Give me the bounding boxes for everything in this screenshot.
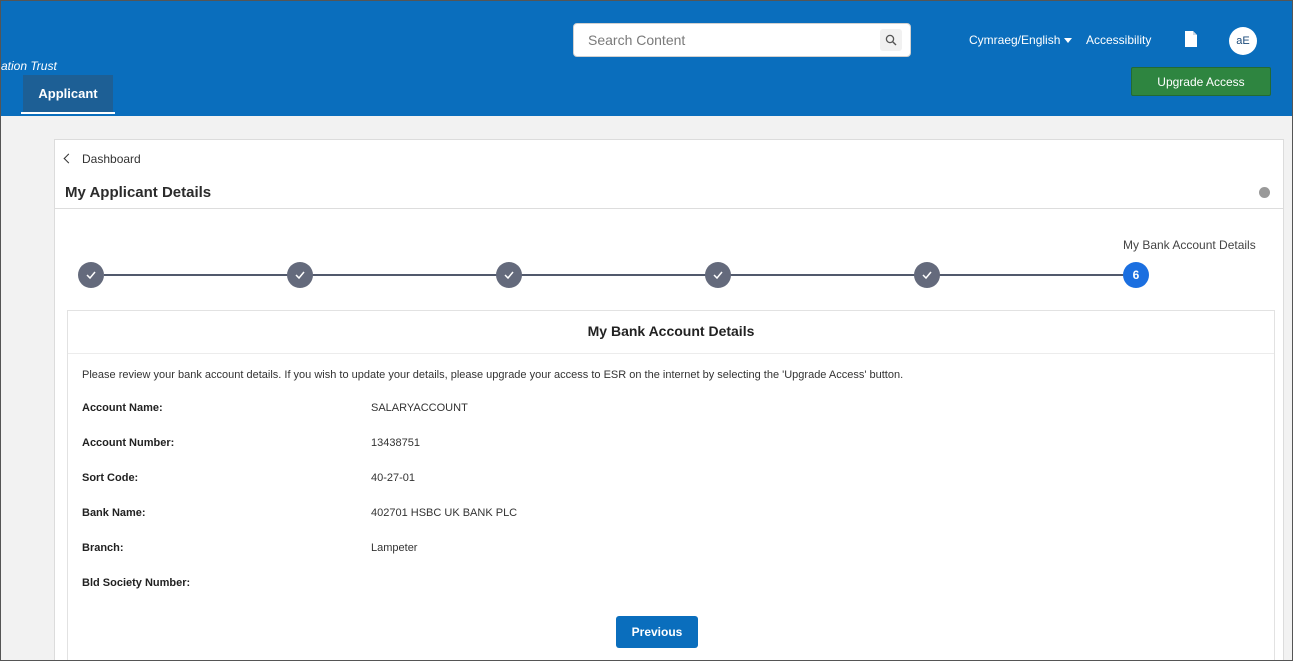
check-icon bbox=[295, 271, 305, 280]
field-value: 13438751 bbox=[371, 437, 420, 449]
chevron-left-icon bbox=[63, 153, 74, 164]
accessibility-link[interactable]: Accessibility bbox=[1086, 33, 1151, 47]
check-icon bbox=[86, 271, 96, 280]
field-label: Sort Code: bbox=[82, 472, 139, 484]
organisation-name: ation Trust bbox=[1, 59, 57, 73]
tab-applicant[interactable]: Applicant bbox=[23, 75, 113, 113]
field-row-branch: Branch: Lampeter bbox=[82, 542, 1082, 558]
field-value: 402701 HSBC UK BANK PLC bbox=[371, 507, 518, 519]
upgrade-access-button[interactable]: Upgrade Access bbox=[1131, 67, 1271, 96]
field-label: Account Name: bbox=[82, 402, 163, 414]
field-label: Account Number: bbox=[82, 437, 175, 449]
step-3-complete[interactable] bbox=[496, 262, 522, 288]
step-4-complete[interactable] bbox=[705, 262, 731, 288]
check-icon bbox=[713, 271, 723, 280]
divider bbox=[55, 208, 1283, 209]
step-5-complete[interactable] bbox=[914, 262, 940, 288]
field-value: 40-27-01 bbox=[371, 472, 416, 484]
search-input[interactable] bbox=[574, 24, 892, 56]
breadcrumb-label: Dashboard bbox=[82, 152, 141, 166]
field-label: Bld Society Number: bbox=[82, 577, 191, 589]
check-icon bbox=[504, 271, 514, 280]
field-label: Branch: bbox=[82, 542, 124, 554]
field-row-sort-code: Sort Code: 40-27-01 bbox=[82, 472, 1082, 488]
step-2-complete[interactable] bbox=[287, 262, 313, 288]
language-label: Cymraeg/English bbox=[969, 33, 1061, 47]
step-6-current[interactable]: 6 bbox=[1123, 262, 1149, 288]
stepper-track bbox=[104, 274, 1137, 276]
app-frame: ation Trust Applicant Cymraeg/English Ac… bbox=[0, 0, 1293, 661]
language-selector[interactable]: Cymraeg/English bbox=[969, 33, 1073, 47]
field-label: Bank Name: bbox=[82, 507, 146, 519]
bank-details-panel: My Bank Account Details Please review yo… bbox=[67, 310, 1275, 660]
field-value: Lampeter bbox=[371, 542, 418, 554]
step-1-complete[interactable] bbox=[78, 262, 104, 288]
caret-down-icon bbox=[1064, 38, 1073, 44]
top-header: ation Trust Applicant Cymraeg/English Ac… bbox=[1, 1, 1292, 116]
panel-title: My Bank Account Details bbox=[587, 323, 755, 339]
field-value: SALARYACCOUNT bbox=[371, 402, 468, 414]
previous-button[interactable]: Previous bbox=[616, 616, 698, 648]
field-row-account-number: Account Number: 13438751 bbox=[82, 437, 1082, 453]
intro-text: Please review your bank account details.… bbox=[82, 369, 904, 381]
page-title: My Applicant Details bbox=[65, 184, 212, 201]
field-row-account-name: Account Name: SALARYACCOUNT bbox=[82, 402, 1082, 418]
divider bbox=[68, 353, 1274, 354]
applicant-details-card: Dashboard My Applicant Details My Bank A… bbox=[54, 139, 1284, 660]
field-row-bank-name: Bank Name: 402701 HSBC UK BANK PLC bbox=[82, 507, 1082, 523]
document-icon[interactable] bbox=[1185, 31, 1197, 47]
search-box bbox=[573, 23, 911, 57]
help-icon[interactable] bbox=[1259, 187, 1270, 198]
active-tab-indicator bbox=[21, 112, 115, 114]
check-icon bbox=[922, 271, 932, 280]
avatar[interactable]: aE bbox=[1229, 27, 1257, 55]
breadcrumb-back-link[interactable]: Dashboard bbox=[63, 152, 141, 166]
search-icon[interactable] bbox=[880, 29, 902, 51]
current-step-label: My Bank Account Details bbox=[1123, 238, 1256, 252]
field-row-bld-society-number: Bld Society Number: bbox=[82, 577, 1082, 593]
